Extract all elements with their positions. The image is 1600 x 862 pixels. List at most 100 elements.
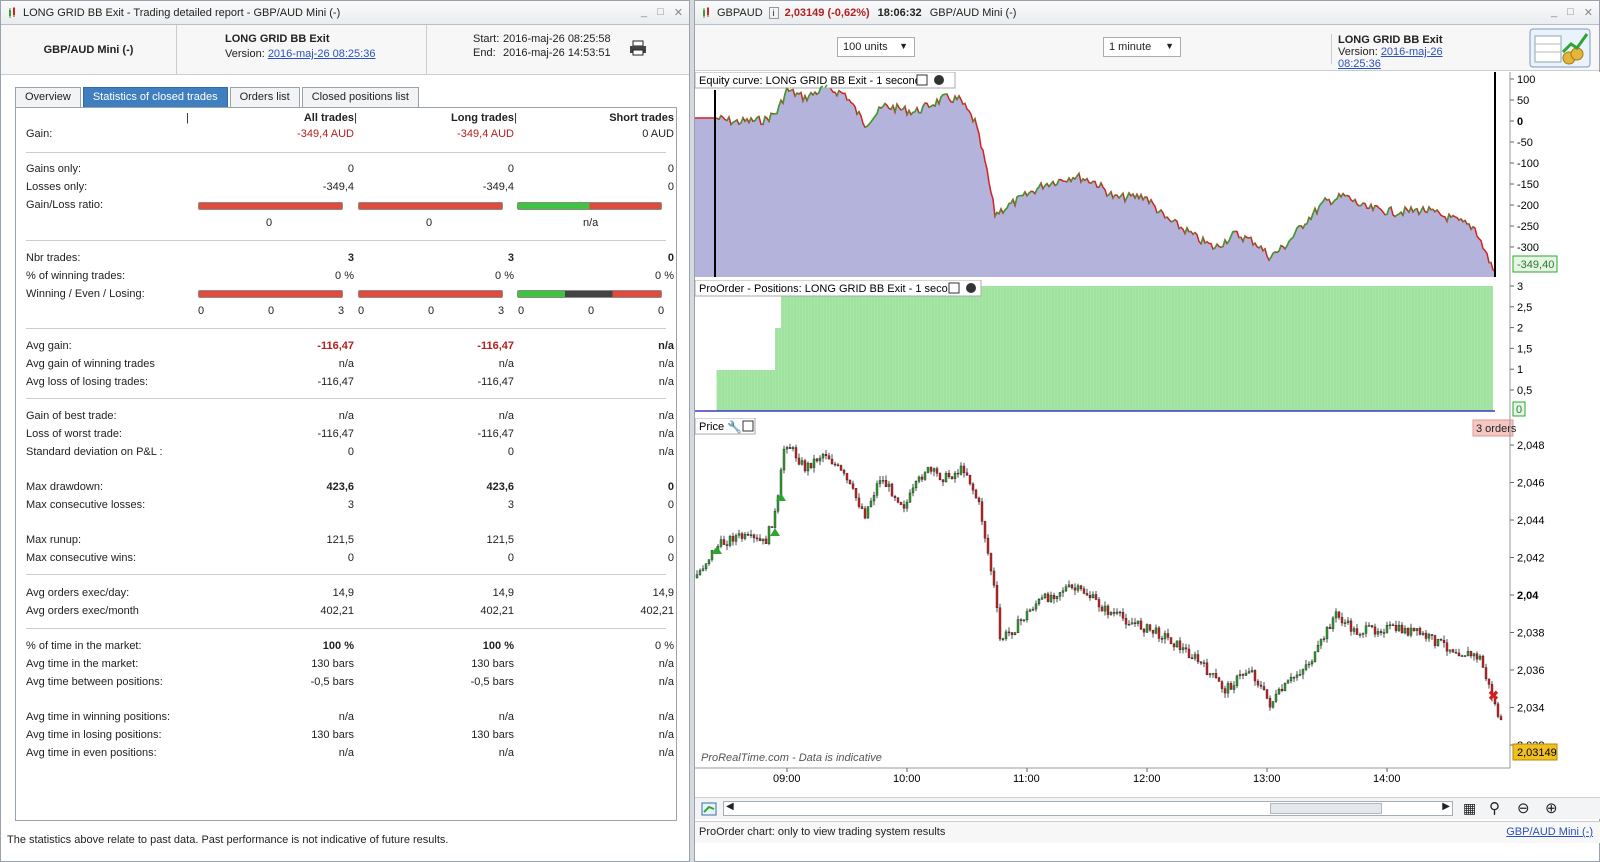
candle [1406,628,1410,636]
equity-axis-tick: 0 [1517,116,1523,128]
equity-up-segment [738,122,742,125]
tab-overview[interactable]: Overview [15,87,81,107]
zoom-in-icon[interactable]: ⊕ [1545,799,1558,817]
tab-closed-positions-list[interactable]: Closed positions list [301,87,419,107]
candle [1136,620,1140,624]
candle [839,465,843,471]
candle [1187,648,1191,659]
candle [1352,628,1356,632]
version-link[interactable]: 2016-maj-26 08:25:36 [268,48,376,60]
orders-badge[interactable]: 3 orders [1476,423,1517,435]
equity-up-segment [1462,219,1466,223]
window-icon[interactable] [742,420,754,432]
close-indicator-icon[interactable] [934,75,944,85]
candle [950,476,954,479]
row-gain-loss-values: 0 0 n/a [266,217,599,229]
units-select[interactable]: 100 units ▼ [837,37,915,57]
timeframe-select[interactable]: 1 minute ▼ [1103,37,1181,57]
minimize-icon[interactable]: _ [641,6,647,19]
candle [908,492,912,503]
candle [1385,624,1389,633]
candle [1376,631,1380,635]
candle [1286,680,1290,684]
candle [1355,628,1359,635]
equity-up-segment [732,120,736,124]
candle [1313,651,1317,662]
equity-up-segment [962,102,966,105]
price-axis-tick: 2,036 [1517,665,1545,677]
price-chart[interactable]: ✖ Price 🔧 3 orders ProRealTime.com - Dat… [695,418,1600,798]
minimize-icon[interactable]: _ [1551,6,1557,19]
status-instrument-link[interactable]: GBP/AUD Mini (-) [1506,826,1593,838]
window-icon[interactable] [948,282,960,294]
equity-up-segment [900,108,904,111]
candle [881,480,885,482]
candle [872,495,876,502]
window-icon[interactable] [916,74,928,86]
candle [1172,643,1176,648]
candle [701,568,705,571]
scrollbar-thumb[interactable] [1270,803,1382,814]
candle [851,483,855,489]
zoom-selection-icon[interactable]: ⚲ [1489,799,1500,817]
tab-orders-list[interactable]: Orders list [229,87,300,107]
candle [722,539,726,545]
candle [1409,627,1413,636]
maximize-icon[interactable]: □ [1567,6,1574,19]
scroll-left-icon[interactable]: ◀ [726,801,734,812]
info-icon[interactable]: i [768,6,779,19]
candle [803,460,807,472]
candle [1232,685,1236,690]
chart-titlebar: GBPAUD i 2,03149 (-0,62%) 18:06:32 GBP/A… [695,1,1599,25]
candle [1475,653,1479,660]
candle [863,508,867,519]
candle [1331,617,1335,630]
candle [1316,644,1320,652]
print-icon[interactable] [629,40,647,56]
candle [980,501,984,522]
candle [1433,635,1437,646]
candle [1112,612,1116,614]
candle [1340,617,1344,624]
candle [770,526,774,528]
positions-chart[interactable]: ProOrder - Positions: LONG GRID BB Exit … [695,280,1600,418]
close-icon[interactable]: ✕ [1584,6,1593,19]
candle [827,455,831,460]
close-icon[interactable]: ✕ [674,6,683,19]
horizontal-scrollbar[interactable]: ◀ ▶ [723,801,1453,816]
equity-up-segment [1396,213,1400,216]
scroll-right-icon[interactable]: ▶ [1442,801,1450,812]
candle [1250,670,1254,672]
zoom-out-icon[interactable]: ⊖ [1517,799,1530,817]
candle [1208,673,1212,676]
candle [899,502,903,505]
row-pct-winning: % of winning trades: 0 % 0 % 0 % [26,270,674,282]
candle [1169,637,1173,645]
candle [1103,605,1107,612]
candle [932,468,936,472]
candle [1415,628,1419,632]
equity-curve-chart[interactable]: Equity curve: LONG GRID BB Exit - 1 seco… [695,72,1600,280]
report-chart-icon[interactable] [1529,28,1591,68]
candle [1379,631,1383,633]
candle [1469,651,1473,657]
equity-up-segment [1204,241,1208,244]
chevron-down-icon: ▼ [1165,41,1174,51]
candle [725,544,729,546]
candle [1022,619,1026,622]
gain-loss-bar-short [517,202,662,210]
candle [1334,611,1338,619]
chart-toolbar: 100 units ▼ 1 minute ▼ LONG GRID BB Exit V… [695,25,1599,71]
tab-statistics-closed-trades[interactable]: Statistics of closed trades [82,87,228,107]
candle [902,504,906,509]
wrench-icon[interactable]: 🔧 [727,419,742,434]
autoscale-icon[interactable] [701,800,719,818]
close-indicator-icon[interactable] [966,283,976,293]
candle [1154,627,1158,634]
candle [1325,626,1329,639]
start-value: 2016-maj-26 08:25:58 [503,33,611,45]
maximize-icon[interactable]: □ [657,6,664,19]
zoom-chart-icon[interactable]: ▦ [1463,800,1476,817]
candle [1253,670,1257,682]
candle [1163,633,1167,640]
